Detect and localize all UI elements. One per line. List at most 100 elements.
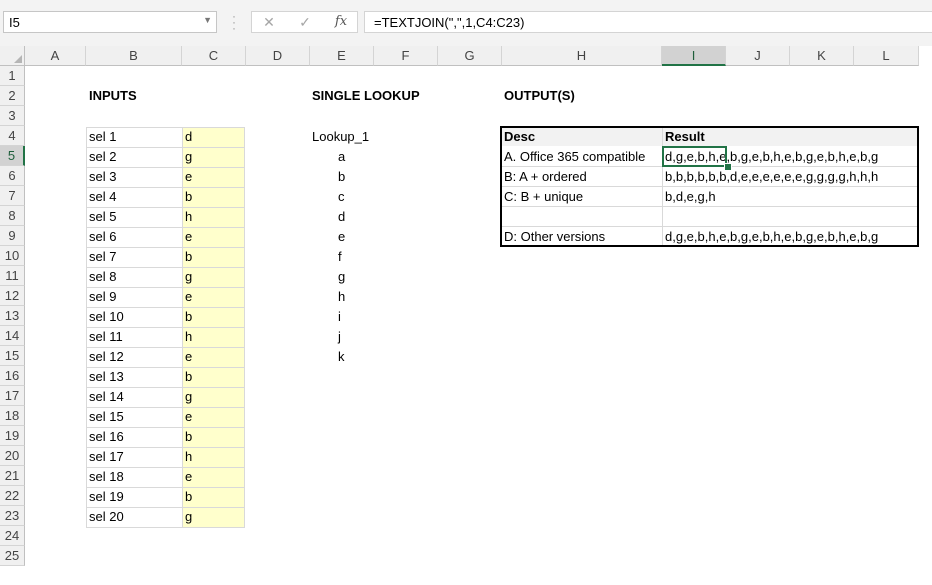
row-header-4[interactable]: 4 [0,126,25,146]
output-result[interactable]: b,d,e,g,h [665,187,716,207]
lookup-value[interactable]: g [338,267,345,287]
output-desc[interactable]: D: Other versions [504,227,605,247]
input-label[interactable]: sel 14 [89,387,124,407]
lookup-value[interactable]: j [338,327,341,347]
formula-input[interactable]: =TEXTJOIN(",",1,C4:C23) [364,11,932,33]
row-header-22[interactable]: 22 [0,486,25,506]
row-header-6[interactable]: 6 [0,166,25,186]
row-header-1[interactable]: 1 [0,66,25,86]
column-header-i[interactable]: I [662,46,726,66]
column-header-k[interactable]: K [790,46,854,66]
lookup-value[interactable]: k [338,347,345,367]
input-label[interactable]: sel 11 [89,327,123,347]
row-header-10[interactable]: 10 [0,246,25,266]
input-label[interactable]: sel 1 [89,127,116,147]
insert-function-icon[interactable]: fx [327,13,355,31]
lookup-value[interactable]: i [338,307,341,327]
column-header-g[interactable]: G [438,46,502,66]
row-header-5[interactable]: 5 [0,146,25,166]
column-header-c[interactable]: C [182,46,246,66]
input-label[interactable]: sel 12 [89,347,124,367]
row-header-23[interactable]: 23 [0,506,25,526]
row-header-12[interactable]: 12 [0,286,25,306]
select-all-button[interactable] [0,46,25,66]
lookup-value[interactable]: a [338,147,345,167]
input-value[interactable]: e [185,407,192,427]
input-label[interactable]: sel 19 [89,487,124,507]
row-header-3[interactable]: 3 [0,106,25,126]
column-header-a[interactable]: A [25,46,86,66]
row-header-16[interactable]: 16 [0,366,25,386]
name-box[interactable]: I5 ▼ [3,11,217,33]
input-value[interactable]: e [185,227,192,247]
input-value[interactable]: g [185,147,192,167]
input-label[interactable]: sel 5 [89,207,116,227]
input-label[interactable]: sel 15 [89,407,124,427]
input-value[interactable]: h [185,327,192,347]
lookup-value[interactable]: b [338,167,345,187]
input-value[interactable]: e [185,167,192,187]
input-value[interactable]: b [185,427,192,447]
input-label[interactable]: sel 10 [89,307,124,327]
input-label[interactable]: sel 4 [89,187,116,207]
row-header-9[interactable]: 9 [0,226,25,246]
row-header-18[interactable]: 18 [0,406,25,426]
column-header-f[interactable]: F [374,46,438,66]
column-header-j[interactable]: J [726,46,790,66]
input-value[interactable]: g [185,387,192,407]
lookup-value[interactable]: d [338,207,345,227]
drag-handle-icon[interactable]: · · · [232,10,236,34]
column-header-d[interactable]: D [246,46,310,66]
output-desc[interactable]: B: A + ordered [504,167,587,187]
input-value[interactable]: d [185,127,192,147]
input-value[interactable]: e [185,347,192,367]
lookup-value[interactable]: h [338,287,345,307]
column-header-b[interactable]: B [86,46,182,66]
input-value[interactable]: h [185,447,192,467]
input-label[interactable]: sel 3 [89,167,116,187]
fill-handle[interactable] [724,163,732,171]
enter-icon[interactable]: ✓ [291,13,319,31]
row-header-14[interactable]: 14 [0,326,25,346]
row-header-2[interactable]: 2 [0,86,25,106]
lookup-value[interactable]: c [338,187,345,207]
input-value[interactable]: e [185,467,192,487]
column-header-h[interactable]: H [502,46,662,66]
row-header-8[interactable]: 8 [0,206,25,226]
input-value[interactable]: b [185,367,192,387]
output-desc[interactable]: C: B + unique [504,187,583,207]
column-header-l[interactable]: L [854,46,919,66]
lookup-value[interactable]: f [338,247,342,267]
active-cell-border[interactable] [662,146,727,167]
input-value[interactable]: g [185,507,192,527]
input-label[interactable]: sel 2 [89,147,116,167]
lookup-value[interactable]: e [338,227,345,247]
row-header-7[interactable]: 7 [0,186,25,206]
input-label[interactable]: sel 7 [89,247,116,267]
row-header-11[interactable]: 11 [0,266,25,286]
row-header-15[interactable]: 15 [0,346,25,366]
row-header-25[interactable]: 25 [0,546,25,566]
input-value[interactable]: b [185,307,192,327]
row-header-24[interactable]: 24 [0,526,25,546]
input-value[interactable]: h [185,207,192,227]
input-value[interactable]: b [185,187,192,207]
output-desc[interactable]: A. Office 365 compatible [504,147,645,167]
input-value[interactable]: b [185,247,192,267]
chevron-down-icon[interactable]: ▼ [203,15,212,25]
row-header-20[interactable]: 20 [0,446,25,466]
input-value[interactable]: g [185,267,192,287]
input-label[interactable]: sel 20 [89,507,124,527]
input-value[interactable]: e [185,287,192,307]
input-label[interactable]: sel 9 [89,287,116,307]
cancel-icon[interactable]: ✕ [255,13,283,31]
input-label[interactable]: sel 18 [89,467,124,487]
output-result[interactable]: b,b,b,b,b,b,d,e,e,e,e,e,e,g,g,g,g,h,h,h [665,167,878,187]
row-header-13[interactable]: 13 [0,306,25,326]
input-label[interactable]: sel 13 [89,367,124,387]
column-header-e[interactable]: E [310,46,374,66]
row-header-17[interactable]: 17 [0,386,25,406]
input-label[interactable]: sel 6 [89,227,116,247]
input-value[interactable]: b [185,487,192,507]
output-result[interactable]: d,g,e,b,h,e,b,g,e,b,h,e,b,g,e,b,h,e,b,g [665,227,878,247]
